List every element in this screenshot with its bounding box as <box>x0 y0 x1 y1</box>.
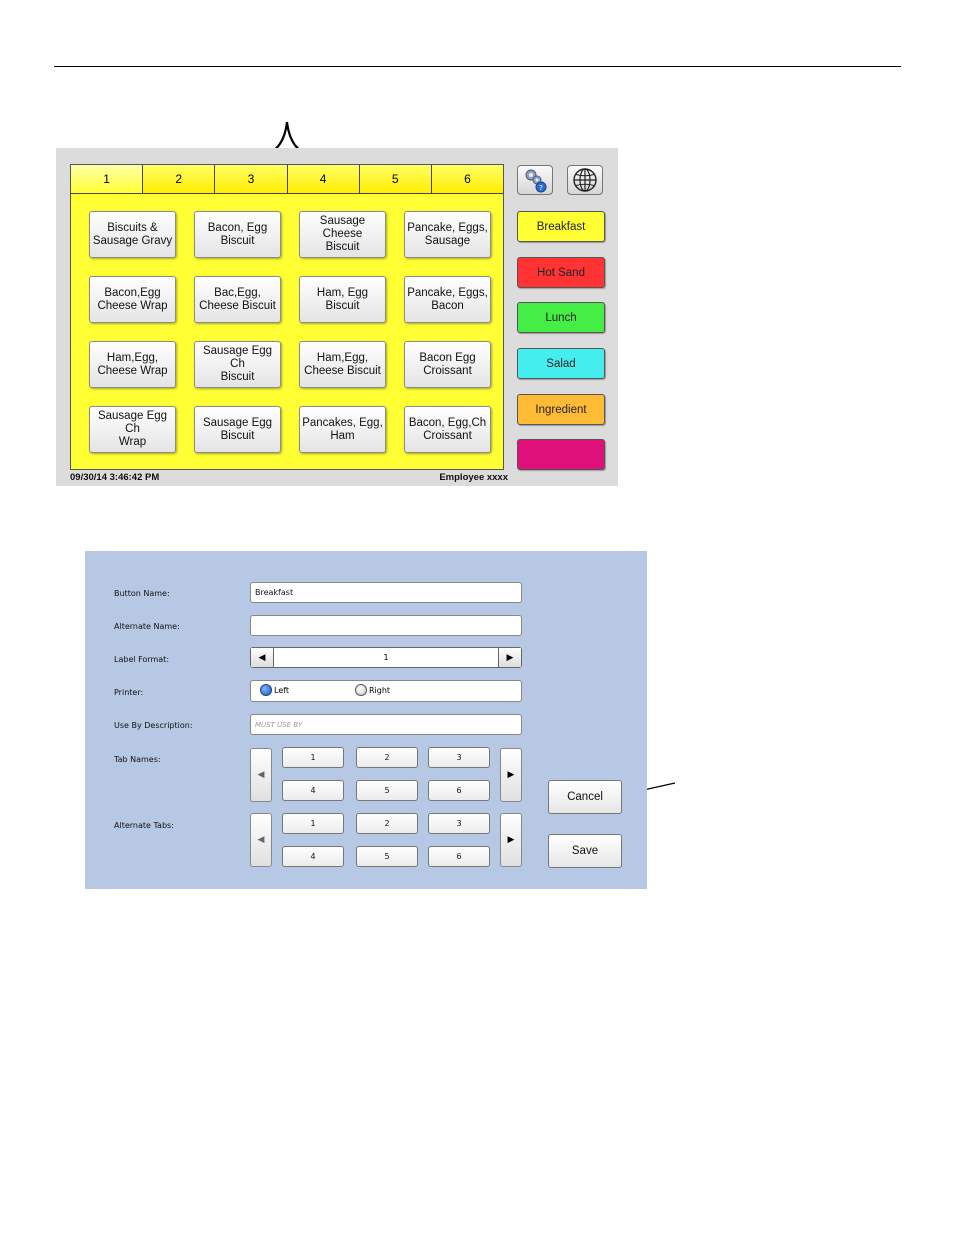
menu-item-button[interactable]: Sausage Egg Ch Wrap <box>89 406 176 453</box>
settings-button[interactable]: ? <box>517 165 553 195</box>
cancel-button[interactable]: Cancel <box>548 780 622 814</box>
status-bar: 09/30/14 3:46:42 PM Employee xxxx <box>70 472 508 486</box>
alternate-name-field[interactable] <box>250 615 522 636</box>
menu-item-button[interactable]: Pancake, Eggs, Sausage <box>404 211 491 258</box>
tab-name-button[interactable]: 1 <box>282 747 344 768</box>
arrow-left-icon: ◀ <box>257 770 265 780</box>
printer-radio-group: Left Right <box>250 680 522 702</box>
use-by-field[interactable]: MUST USE BY <box>250 714 522 735</box>
label-format-label: Label Format: <box>114 655 170 664</box>
tab-5[interactable]: 5 <box>359 165 432 193</box>
menu-item-button[interactable]: Ham,Egg, Cheese Wrap <box>89 341 176 388</box>
menu-item-button[interactable]: Sausage Cheese Biscuit <box>299 211 386 258</box>
menu-item-button[interactable]: Bacon Egg Croissant <box>404 341 491 388</box>
category-breakfast-button[interactable]: Breakfast <box>517 211 605 242</box>
category-salad-button[interactable]: Salad <box>517 348 605 379</box>
tab-name-button[interactable]: 6 <box>428 780 490 801</box>
menu-item-button[interactable]: Biscuits & Sausage Gravy <box>89 211 176 258</box>
tab-names-prev-button[interactable]: ◀ <box>250 748 272 802</box>
tab-names-label: Tab Names: <box>114 755 161 764</box>
status-employee: Employee xxxx <box>439 472 508 483</box>
globe-icon <box>573 168 597 192</box>
label-format-value: 1 <box>383 653 389 662</box>
menu-item-button[interactable]: Sausage Egg Ch Biscuit <box>194 341 281 388</box>
menu-item-button[interactable]: Pancakes, Egg, Ham <box>299 406 386 453</box>
gear-help-icon: ? <box>525 169 547 193</box>
svg-text:?: ? <box>539 184 543 192</box>
alternate-name-label: Alternate Name: <box>114 622 180 631</box>
alternate-tab-button[interactable]: 3 <box>428 813 490 834</box>
tab-6[interactable]: 6 <box>431 165 504 193</box>
category-lunch-button[interactable]: Lunch <box>517 302 605 333</box>
arrow-right-icon: ▶ <box>507 770 515 780</box>
menu-panel: 1 2 3 4 5 6 Biscuits & Sausage Gravy Bac… <box>70 164 504 470</box>
arrow-left-icon: ◀ <box>257 835 265 845</box>
printer-left-radio[interactable]: Left <box>260 684 289 696</box>
tab-names-next-button[interactable]: ▶ <box>500 748 522 802</box>
button-name-field[interactable]: Breakfast <box>250 582 522 603</box>
alternate-tab-button[interactable]: 6 <box>428 846 490 867</box>
category-ingredient-button[interactable]: Ingredient <box>517 394 605 425</box>
menu-item-button[interactable]: Bacon, Egg Biscuit <box>194 211 281 258</box>
label-format-prev-button[interactable]: ◀ <box>251 648 274 667</box>
label-format-next-button[interactable]: ▶ <box>498 648 521 667</box>
tab-4[interactable]: 4 <box>287 165 360 193</box>
alternate-tabs-label: Alternate Tabs: <box>114 821 174 830</box>
label-format-stepper: ◀ 1 ▶ <box>250 647 522 668</box>
tab-name-button[interactable]: 5 <box>356 780 418 801</box>
item-grid: Biscuits & Sausage Gravy Bacon, Egg Bisc… <box>89 211 491 453</box>
alternate-tab-button[interactable]: 2 <box>356 813 418 834</box>
category-unnamed-button[interactable] <box>517 439 605 470</box>
menu-item-button[interactable]: Ham, Egg Biscuit <box>299 276 386 323</box>
menu-item-button[interactable]: Bac,Egg, Cheese Biscuit <box>194 276 281 323</box>
save-button[interactable]: Save <box>548 834 622 868</box>
tab-bar: 1 2 3 4 5 6 <box>71 165 504 194</box>
category-hot-sand-button[interactable]: Hot Sand <box>517 257 605 288</box>
alternate-tab-button[interactable]: 1 <box>282 813 344 834</box>
status-datetime: 09/30/14 3:46:42 PM <box>70 472 160 483</box>
radio-selected-icon <box>260 684 272 696</box>
tab-name-button[interactable]: 4 <box>282 780 344 801</box>
menu-item-button[interactable]: Bacon,Egg Cheese Wrap <box>89 276 176 323</box>
tab-2[interactable]: 2 <box>143 165 216 193</box>
alternate-tab-button[interactable]: 4 <box>282 846 344 867</box>
menu-item-button[interactable]: Bacon, Egg,Ch Croissant <box>404 406 491 453</box>
menu-item-button[interactable]: Pancake, Eggs, Bacon <box>404 276 491 323</box>
printer-label: Printer: <box>114 688 144 697</box>
alternate-tab-button[interactable]: 5 <box>356 846 418 867</box>
button-name-label: Button Name: <box>114 589 170 598</box>
arrow-left-icon: ◀ <box>258 652 266 663</box>
menu-item-button[interactable]: Sausage Egg Biscuit <box>194 406 281 453</box>
arrow-right-icon: ▶ <box>507 835 515 845</box>
globe-button[interactable] <box>567 165 603 195</box>
tab-3[interactable]: 3 <box>215 165 288 193</box>
arrow-right-icon: ▶ <box>506 652 514 663</box>
radio-unselected-icon <box>355 684 367 696</box>
tab-name-button[interactable]: 3 <box>428 747 490 768</box>
printer-right-radio[interactable]: Right <box>355 684 390 696</box>
menu-item-button[interactable]: Ham,Egg, Cheese Biscuit <box>299 341 386 388</box>
use-by-label: Use By Description: <box>114 721 193 730</box>
tab-name-button[interactable]: 2 <box>356 747 418 768</box>
alternate-tabs-next-button[interactable]: ▶ <box>500 813 522 867</box>
tab-1[interactable]: 1 <box>71 165 144 193</box>
alternate-tabs-prev-button[interactable]: ◀ <box>250 813 272 867</box>
header-rule <box>54 66 901 67</box>
